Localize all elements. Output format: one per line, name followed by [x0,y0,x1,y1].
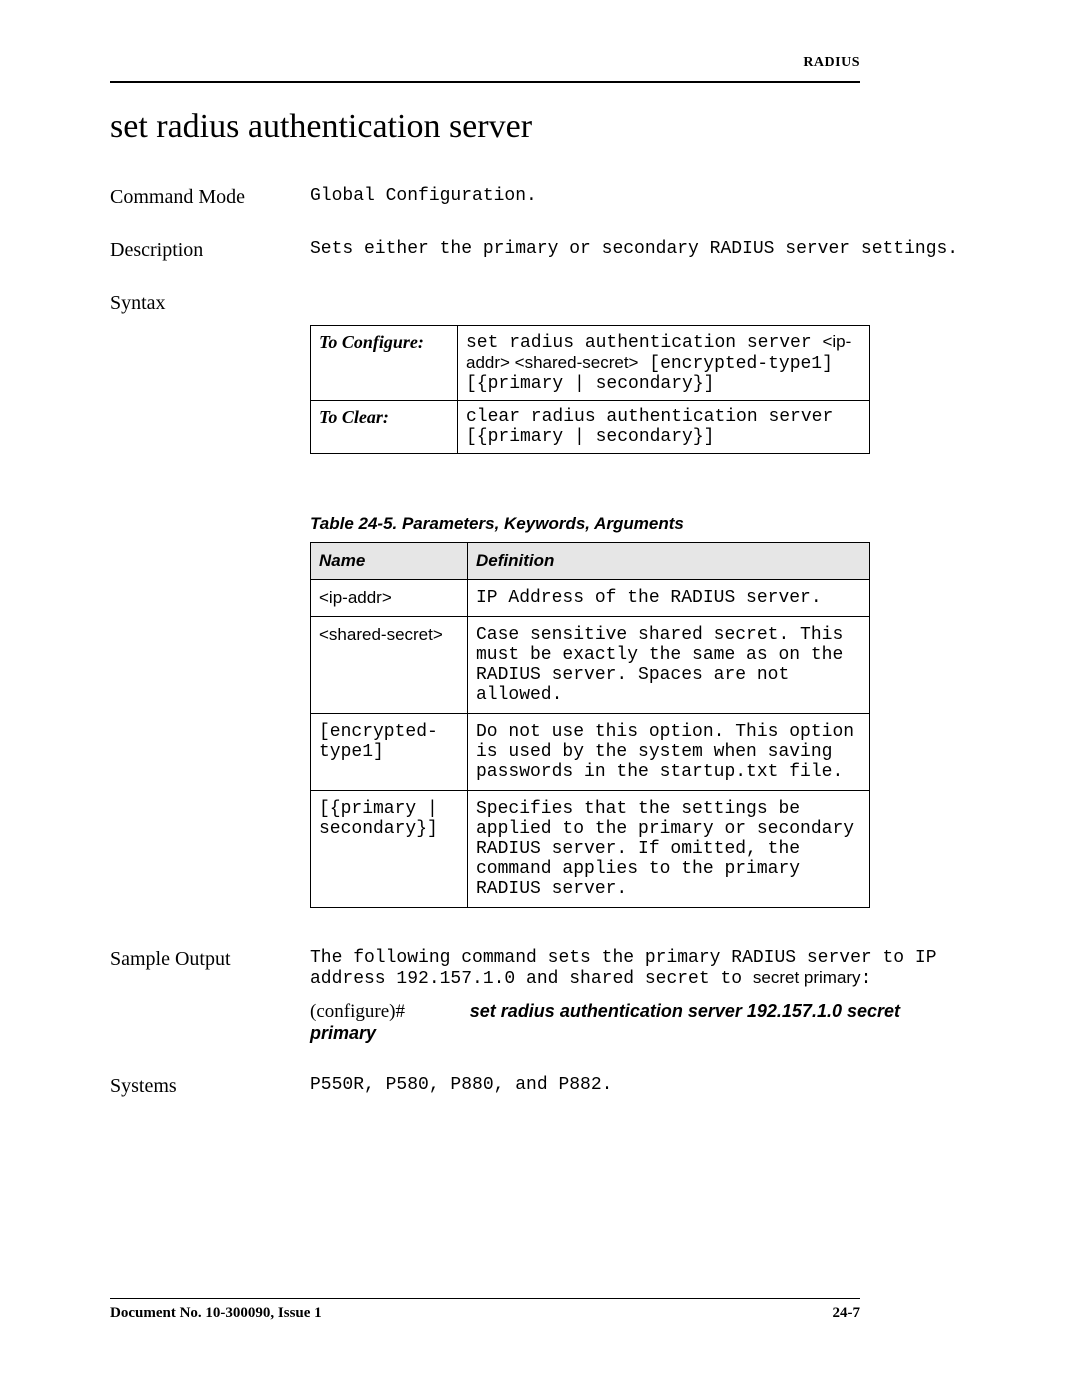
page-header: RADIUS [110,55,970,83]
syntax-clear-cmd: clear radius authentication server [{pri… [458,401,870,454]
syntax-configure-label: To Configure: [311,326,458,401]
footer-rule [110,1298,860,1299]
sample-intro-bold: secret primary [753,968,861,987]
footer-row: Document No. 10-300090, Issue 1 24-7 [110,1305,860,1322]
params-def-3: Specifies that the settings be applied t… [468,791,870,908]
command-mode-label: Command Mode [110,186,310,209]
page: RADIUS set radius authentication server … [0,0,970,1362]
params-name-1: <shared-secret> [311,617,468,714]
params-name-0: <ip-addr> [311,580,468,617]
params-def-1: Case sensitive shared secret. This must … [468,617,870,714]
params-header-name: Name [311,543,468,580]
command-mode-row: Command Mode Global Configuration. [110,186,970,209]
description-row: Description Sets either the primary or s… [110,239,970,262]
sample-value: The following command sets the primary R… [310,948,970,1045]
section-label: RADIUS [110,55,860,71]
syntax-table: To Configure: set radius authentication … [310,325,870,454]
params-row-1: <shared-secret> Case sensitive shared se… [311,617,870,714]
params-table: Name Definition <ip-addr> IP Address of … [310,542,870,908]
description-label: Description [110,239,310,262]
page-title: set radius authentication server [110,108,970,146]
systems-value: P550R, P580, P880, and P882. [310,1075,970,1098]
syntax-configure-cmd: set radius authentication server <ip-add… [458,326,870,401]
params-row-2: [encrypted-type1] Do not use this option… [311,714,870,791]
sample-row: Sample Output The following command sets… [110,948,970,1045]
command-mode-value: Global Configuration. [310,186,970,209]
params-name-2: [encrypted-type1] [311,714,468,791]
syntax-clear-label: To Clear: [311,401,458,454]
systems-label: Systems [110,1075,310,1098]
description-value: Sets either the primary or secondary RAD… [310,239,970,262]
syntax-row: Syntax [110,292,970,315]
params-name-3: [{primary | secondary}] [311,791,468,908]
sample-cmd-line: (configure)# set radius authentication s… [310,1001,970,1045]
sample-intro-suffix: : [861,969,872,989]
sample-label: Sample Output [110,948,310,1045]
params-caption: Table 24-5. Parameters, Keywords, Argume… [310,514,970,534]
params-def-2: Do not use this option. This option is u… [468,714,870,791]
syntax-value-empty [310,292,970,315]
systems-row: Systems P550R, P580, P880, and P882. [110,1075,970,1098]
params-header-row: Name Definition [311,543,870,580]
page-footer: Document No. 10-300090, Issue 1 24-7 [110,1298,970,1322]
params-row-3: [{primary | secondary}] Specifies that t… [311,791,870,908]
header-rule [110,81,860,83]
sample-prompt: (configure)# [310,1001,405,1022]
footer-doc-no: Document No. 10-300090, Issue 1 [110,1305,322,1322]
syntax-label: Syntax [110,292,310,315]
params-row-0: <ip-addr> IP Address of the RADIUS serve… [311,580,870,617]
syntax-row-clear: To Clear: clear radius authentication se… [311,401,870,454]
syntax-row-configure: To Configure: set radius authentication … [311,326,870,401]
syntax-configure-prefix: set radius authentication server [466,333,822,353]
params-def-0: IP Address of the RADIUS server. [468,580,870,617]
footer-page-no: 24-7 [833,1305,861,1322]
params-header-definition: Definition [468,543,870,580]
